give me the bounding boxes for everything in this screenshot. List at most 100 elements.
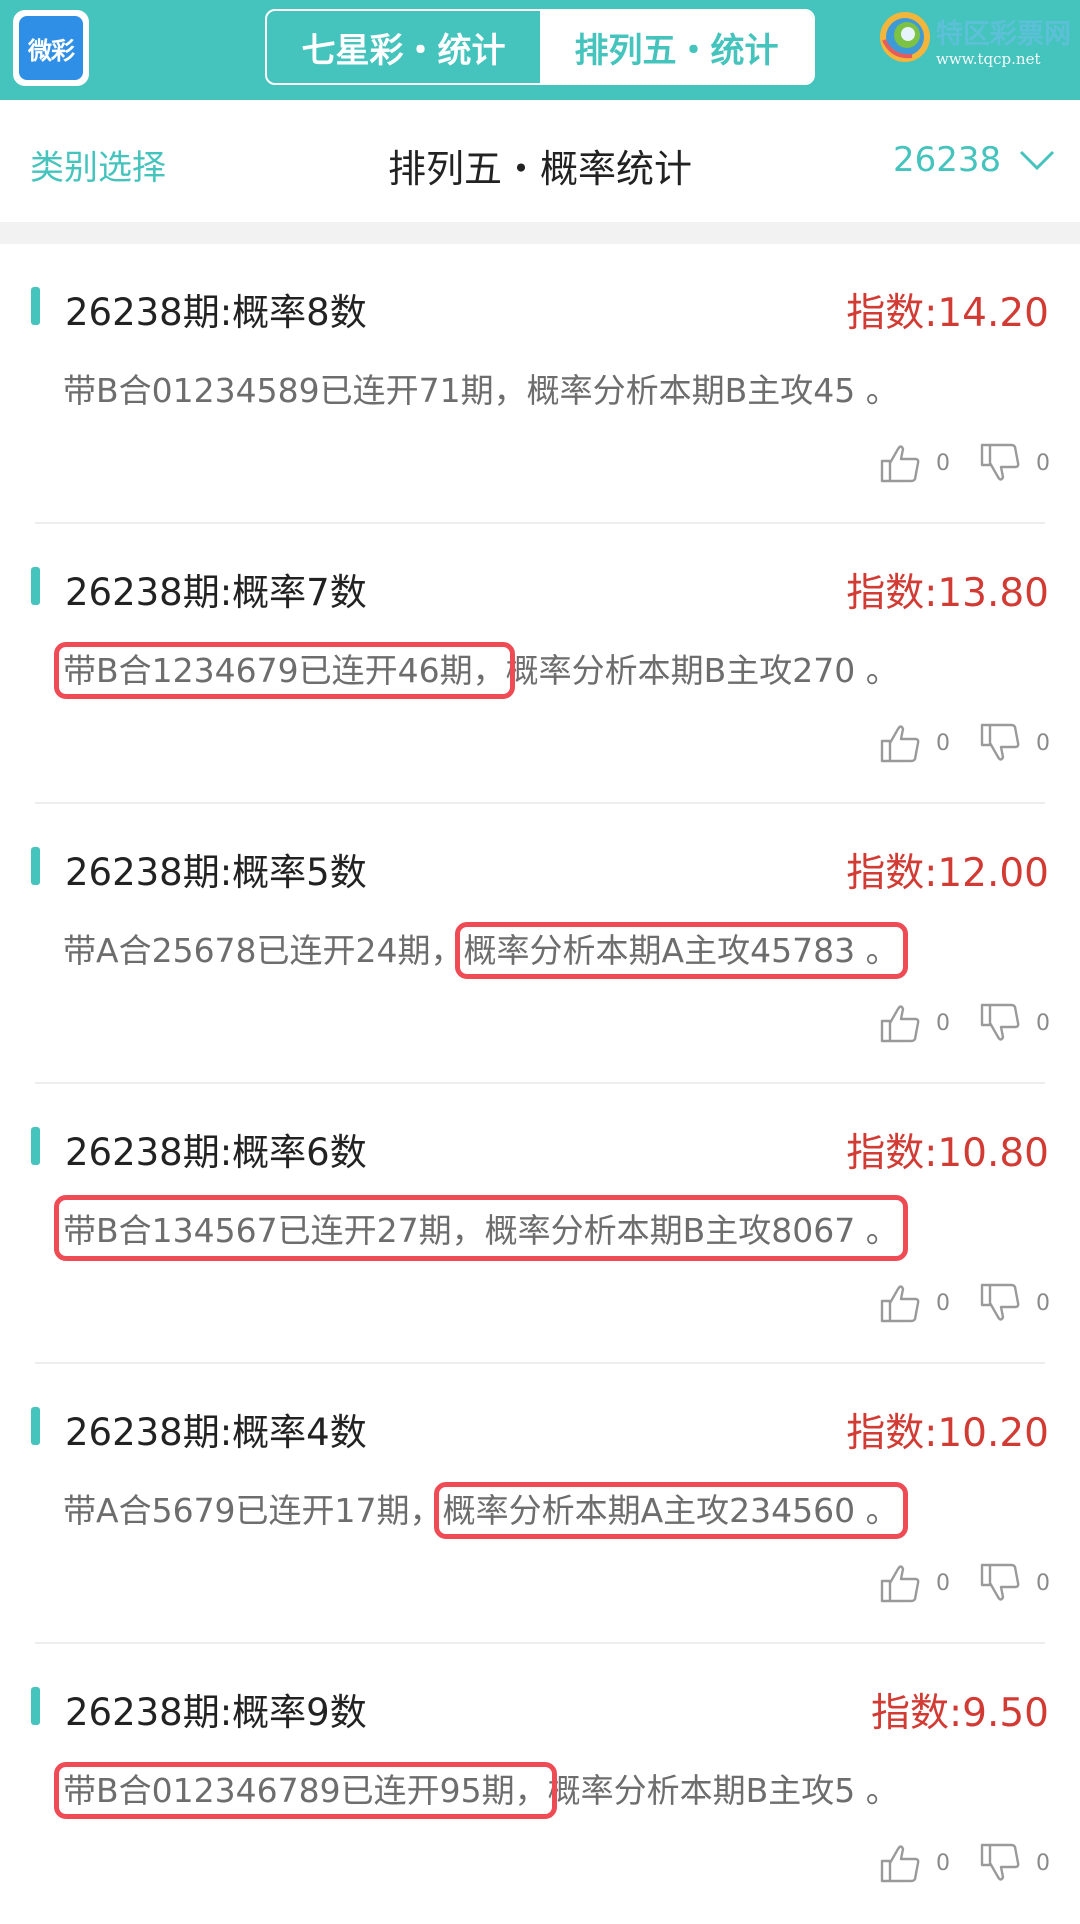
description-streak: 带A合5679已连开17期， [63,1491,443,1530]
card-marker [31,847,40,885]
card-title: 26238期:概率7数 [65,571,367,614]
like-count: 0 [936,1850,950,1876]
vote-bar: 0 0 [850,1561,1050,1605]
card-index: 指数:10.80 [846,1131,1049,1176]
description-streak: 带B合134567已连开27期， [63,1211,485,1250]
like-button[interactable]: 0 [878,721,950,765]
like-count: 0 [936,1290,950,1316]
like-count: 0 [936,450,950,476]
vote-bar: 0 0 [850,1841,1050,1885]
like-button[interactable]: 0 [878,1841,950,1885]
card-title: 26238期:概率6数 [65,1131,367,1174]
dislike-button[interactable]: 0 [978,441,1050,485]
card-index: 指数:10.20 [846,1411,1049,1456]
probability-card: 26238期:概率7数 指数:13.80 带B合1234679已连开46期，概率… [0,524,1080,804]
like-button[interactable]: 0 [878,441,950,485]
dislike-count: 0 [1036,1290,1050,1316]
dislike-count: 0 [1036,1010,1050,1036]
probability-card: 26238期:概率5数 指数:12.00 带A合25678已连开24期，概率分析… [0,804,1080,1084]
chevron-down-icon [1020,150,1055,171]
card-title: 26238期:概率9数 [65,1691,367,1734]
probability-card: 26238期:概率8数 指数:14.20 带B合01234589已连开71期，概… [0,244,1080,524]
tab-qxc-stats[interactable]: 七星彩・统计 [267,11,540,83]
probability-card: 26238期:概率6数 指数:10.80 带B合134567已连开27期，概率分… [0,1084,1080,1364]
card-marker [31,1127,40,1165]
vote-bar: 0 0 [850,1281,1050,1325]
description-analysis: 概率分析本期A主攻45783 。 [454,922,908,979]
dislike-count: 0 [1036,730,1050,756]
card-description: 带B合01234589已连开71期，概率分析本期B主攻45 。 [63,364,899,412]
sub-header: 类别选择 排列五・概率统计 26238 [0,100,1080,222]
like-button[interactable]: 0 [878,1281,950,1325]
app-logo-text: 微彩 [19,16,83,80]
vote-bar: 0 0 [850,1001,1050,1045]
brand-url: www.tqcp.net [936,50,1041,68]
card-description: 带B合134567已连开27期，概率分析本期B主攻8067 。 [54,1195,908,1261]
section-gap [0,222,1080,244]
dislike-count: 0 [1036,1850,1050,1876]
card-index: 指数:14.20 [846,291,1049,336]
top-bar: 微彩 七星彩・统计 排列五・统计 特区彩票网 www.tqcp.net [0,0,1080,100]
thumbs-down-icon [980,1283,1020,1321]
vote-bar: 0 0 [850,441,1050,485]
vote-bar: 0 0 [850,721,1050,765]
card-marker [31,1407,40,1445]
description-streak: 带B合01234589已连开71期， [63,371,527,410]
thumbs-up-icon [880,1565,920,1603]
like-count: 0 [936,730,950,756]
thumbs-up-icon [880,445,920,483]
thumbs-down-icon [980,1563,1020,1601]
card-marker [31,567,40,605]
brand-logo: 特区彩票网 www.tqcp.net [878,8,1074,82]
card-description: 带B合1234679已连开46期，概率分析本期B主攻270 。 [54,642,899,699]
description-analysis: 概率分析本期B主攻5 。 [547,1771,899,1810]
card-index: 指数:12.00 [846,851,1049,896]
like-button[interactable]: 0 [878,1001,950,1045]
description-streak: 带B合1234679已连开46期， [54,642,515,699]
thumbs-up-icon [880,725,920,763]
dislike-count: 0 [1036,1570,1050,1596]
thumbs-down-icon [980,1003,1020,1041]
dislike-count: 0 [1036,450,1050,476]
probability-card: 26238期:概率9数 指数:9.50 带B合012346789已连开95期，概… [0,1644,1080,1924]
swirl-logo-icon [880,12,930,62]
card-index: 指数:9.50 [871,1691,1049,1736]
lottery-tabs: 七星彩・统计 排列五・统计 [265,9,815,85]
dislike-button[interactable]: 0 [978,721,1050,765]
description-analysis: 概率分析本期A主攻234560 。 [433,1482,908,1539]
dislike-button[interactable]: 0 [978,1841,1050,1885]
thumbs-up-icon [880,1005,920,1043]
dislike-button[interactable]: 0 [978,1001,1050,1045]
like-count: 0 [936,1570,950,1596]
issue-number: 26238 [893,140,1002,180]
probability-list: 26238期:概率8数 指数:14.20 带B合01234589已连开71期，概… [0,244,1080,1924]
card-marker [31,287,40,325]
like-count: 0 [936,1010,950,1036]
thumbs-up-icon [880,1285,920,1323]
thumbs-up-icon [880,1845,920,1883]
tab-pl5-stats[interactable]: 排列五・统计 [540,11,813,83]
card-title: 26238期:概率8数 [65,291,367,334]
card-title: 26238期:概率5数 [65,851,367,894]
like-button[interactable]: 0 [878,1561,950,1605]
dislike-button[interactable]: 0 [978,1281,1050,1325]
thumbs-down-icon [980,443,1020,481]
description-analysis: 概率分析本期B主攻270 。 [505,651,899,690]
app-logo[interactable]: 微彩 [13,10,89,86]
brand-name: 特区彩票网 [936,19,1071,50]
card-description: 带A合5679已连开17期，概率分析本期A主攻234560 。 [63,1482,908,1539]
thumbs-down-icon [980,1843,1020,1881]
probability-card: 26238期:概率4数 指数:10.20 带A合5679已连开17期，概率分析本… [0,1364,1080,1644]
issue-select-dropdown[interactable]: 26238 [893,140,1055,180]
description-analysis: 概率分析本期B主攻8067 。 [484,1211,899,1250]
card-title: 26238期:概率4数 [65,1411,367,1454]
description-streak: 带B合012346789已连开95期， [54,1762,557,1819]
description-streak: 带A合25678已连开24期， [63,931,464,970]
card-description: 带A合25678已连开24期，概率分析本期A主攻45783 。 [63,922,908,979]
card-index: 指数:13.80 [846,571,1049,616]
dislike-button[interactable]: 0 [978,1561,1050,1605]
card-description: 带B合012346789已连开95期，概率分析本期B主攻5 。 [54,1762,899,1819]
description-analysis: 概率分析本期B主攻45 。 [526,371,899,410]
card-marker [31,1687,40,1725]
thumbs-down-icon [980,723,1020,761]
